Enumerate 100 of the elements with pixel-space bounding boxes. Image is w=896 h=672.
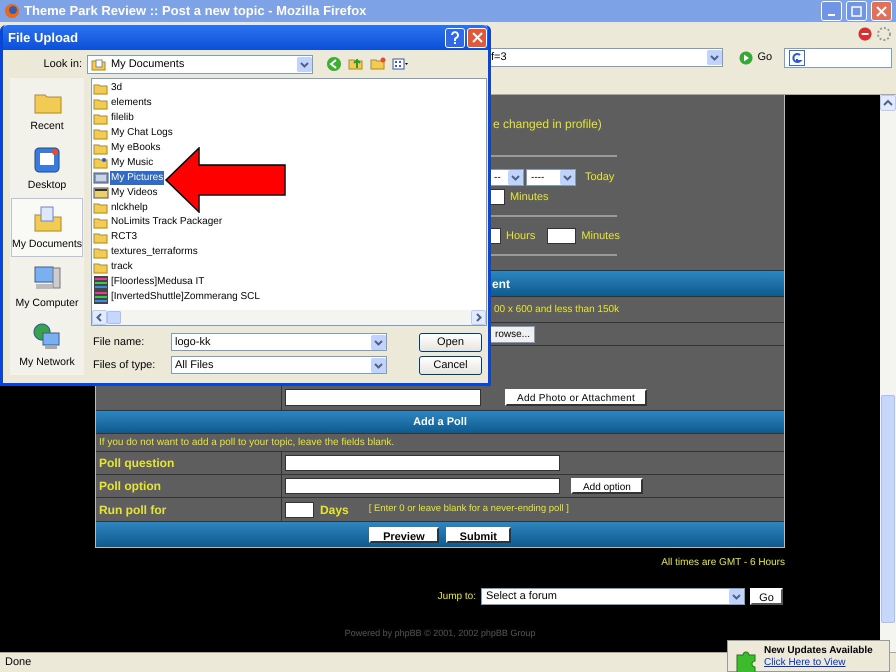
scrollbar[interactable] (880, 95, 896, 652)
file-item[interactable]: My eBooks (110, 141, 162, 155)
add-attachment-button[interactable]: Add Photo or Attachment (505, 389, 648, 406)
documents-folder-icon (91, 57, 107, 71)
profile-note: e changed in profile) (493, 116, 603, 133)
scroll-right-icon (471, 310, 486, 325)
preview-button[interactable]: Preview (369, 526, 439, 542)
dropdown-icon (707, 50, 722, 65)
scroll-thumb[interactable] (107, 311, 121, 324)
back-icon (326, 56, 342, 72)
text-field[interactable] (285, 389, 481, 406)
cancel-button[interactable]: Cancel (419, 356, 482, 374)
places-item[interactable]: My Network (11, 316, 83, 375)
minimize-icon (828, 14, 835, 16)
file-item[interactable]: textures_terraforms (110, 245, 199, 260)
date-select[interactable]: ---- (526, 169, 576, 186)
go-button[interactable]: Go (750, 588, 783, 605)
search-engine-icon (789, 50, 806, 66)
file-item[interactable]: [Floorless]Medusa IT (110, 275, 206, 290)
run-poll-note: [ Enter 0 or leave blank for a never-ending poll ] (368, 502, 569, 516)
dropdown-icon (508, 170, 523, 185)
back-button[interactable] (325, 55, 343, 73)
forum-select[interactable]: Select a forum (481, 588, 745, 605)
go-button[interactable]: Go (735, 49, 776, 66)
view-menu-icon (392, 56, 408, 72)
horizontal-scrollbar[interactable] (92, 310, 486, 325)
close-icon (472, 32, 482, 43)
dialog-title: File Upload (8, 28, 80, 47)
browser-logo-icon (4, 3, 20, 19)
file-item[interactable]: 3d (110, 81, 124, 96)
music-icon (93, 155, 109, 170)
new-folder-icon (370, 56, 386, 72)
dropdown-icon (560, 170, 575, 185)
close-icon (876, 6, 887, 16)
stop-icon (858, 26, 872, 40)
search-field[interactable] (784, 48, 892, 68)
poll-note: If you do not want to add a poll to your topic, leave the fields blank. (96, 434, 784, 451)
file-item[interactable]: nlckhelp (110, 200, 149, 215)
archive-icon (93, 274, 109, 290)
minimize-button[interactable] (821, 1, 842, 21)
minutes-label: Minutes (510, 190, 549, 205)
videos-icon (93, 185, 109, 200)
days-field[interactable] (285, 502, 314, 518)
minutes-field[interactable] (547, 228, 576, 244)
dropdown-icon (371, 358, 386, 372)
file-item[interactable]: My Music (110, 156, 154, 170)
places-item[interactable]: Recent (11, 80, 83, 139)
maximize-button[interactable] (846, 1, 867, 21)
close-button[interactable] (871, 1, 892, 21)
scroll-left-icon (92, 310, 107, 325)
throbber-icon (876, 26, 892, 42)
section-header: Add a Poll (96, 411, 784, 433)
file-item[interactable]: My Pictures (110, 170, 164, 185)
submit-button[interactable]: Submit (446, 526, 511, 542)
scroll-up-icon (880, 95, 896, 111)
question-mark-icon (450, 30, 460, 44)
file-name-field[interactable]: logo-kk (171, 333, 387, 351)
status-text: Done (5, 655, 32, 670)
puzzle-piece-icon (734, 649, 758, 672)
file-item[interactable]: NoLimits Track Packager (110, 215, 224, 230)
file-item[interactable]: My Chat Logs (110, 126, 174, 140)
dropdown-icon (729, 589, 744, 604)
add-option-button[interactable]: Add option (571, 478, 643, 494)
dropdown-icon (371, 334, 386, 350)
date-select[interactable]: -- (489, 169, 524, 186)
today-label: Today (585, 170, 614, 186)
poll-question-field[interactable] (285, 455, 560, 471)
notification-title: New Updates Available (764, 645, 873, 657)
timezone-note: All times are GMT - 6 Hours (661, 556, 785, 570)
places-item[interactable]: My Documents (11, 198, 83, 257)
places-item[interactable]: My Computer (11, 257, 83, 316)
maximize-icon (851, 6, 862, 16)
powered-by-text: Powered by phpBB © 2001, 2002 phpBB Group (344, 627, 536, 640)
help-button[interactable] (445, 28, 465, 48)
days-label: Days (320, 502, 349, 518)
up-folder-icon (348, 56, 364, 72)
file-type-select[interactable]: All Files (171, 356, 387, 374)
close-button[interactable] (467, 28, 487, 48)
scroll-thumb[interactable] (881, 395, 895, 623)
open-button[interactable]: Open (419, 332, 482, 352)
browse-button[interactable]: rowse... (490, 326, 536, 342)
hours-label: Hours (506, 228, 536, 244)
view-updates-link[interactable]: Click Here to View (764, 657, 873, 669)
poll-question-label: Poll question (96, 452, 281, 474)
places-item[interactable]: Desktop (11, 139, 83, 198)
minutes-label: Minutes (581, 228, 620, 244)
poll-option-label: Poll option (96, 475, 281, 497)
file-item[interactable]: elements (110, 96, 153, 110)
window-title: Theme Park Review :: Post a new topic - Mozilla Firefox (24, 2, 368, 20)
poll-option-field[interactable] (285, 478, 560, 494)
file-name-label: File name: (92, 334, 146, 350)
jump-label: Jump to: (438, 590, 476, 604)
file-item[interactable]: My Videos (110, 186, 159, 200)
run-poll-label: Run poll for (96, 498, 281, 521)
archive-icon (93, 289, 109, 304)
look-in-label: Look in: (42, 56, 83, 72)
file-item[interactable]: filelib (110, 111, 135, 126)
file-item[interactable]: RCT3 (110, 230, 138, 244)
file-type-label: Files of type: (92, 358, 156, 373)
look-in-select[interactable]: My Documents (87, 54, 313, 74)
